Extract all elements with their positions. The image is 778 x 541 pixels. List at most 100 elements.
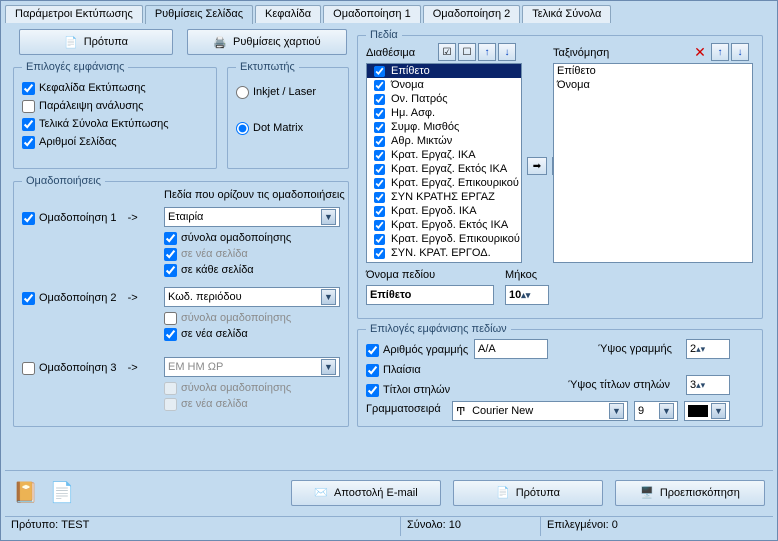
chevron-down-icon[interactable]: ▼ bbox=[321, 359, 336, 375]
field-checkbox[interactable] bbox=[374, 94, 385, 105]
radio-dotmatrix[interactable] bbox=[236, 122, 249, 135]
list-item[interactable]: Κρατ. Εργοδ. Εκτός ΙΚΑ bbox=[367, 218, 521, 232]
combo-grouping1[interactable]: Εταιρία▼ bbox=[164, 207, 340, 227]
move-up-icon[interactable]: ↑ bbox=[478, 43, 496, 61]
bottom-toolbar: 📔 📄 ✉️Αποστολή E-mail 📄Πρότυπα 🖥️Προεπισ… bbox=[5, 470, 773, 514]
list-item[interactable]: Συμφ. Μισθός bbox=[367, 120, 521, 134]
list-item[interactable]: ΣΥΝ. ΚΡΑΤ. ΕΡΓΟΔ. bbox=[367, 246, 521, 260]
fontsize-combo[interactable]: 9▼ bbox=[634, 401, 678, 421]
field-checkbox[interactable] bbox=[374, 122, 385, 133]
chk-print-totals[interactable] bbox=[22, 118, 35, 131]
field-checkbox[interactable] bbox=[374, 192, 385, 203]
chk-g1-eachpage[interactable] bbox=[164, 264, 177, 277]
display-options-group: Επιλογές εμφάνισης Κεφαλίδα Εκτύπωσης Πα… bbox=[13, 61, 217, 169]
chk-g1-subtotals[interactable] bbox=[164, 232, 177, 245]
status-selected: Επιλεγμένοι: 0 bbox=[541, 517, 773, 536]
font-sample-icon: Ͳ bbox=[456, 405, 465, 418]
list-item[interactable]: Ον. Πατρός bbox=[367, 92, 521, 106]
chk-g2-newpage[interactable] bbox=[164, 328, 177, 341]
tab-group2[interactable]: Ομαδοποίηση 2 bbox=[423, 5, 521, 23]
field-checkbox[interactable] bbox=[374, 80, 385, 91]
sort-up-icon[interactable]: ↑ bbox=[711, 43, 729, 61]
list-item[interactable]: Επίθετο bbox=[554, 64, 752, 78]
fieldlen-input[interactable]: 10▴▾ bbox=[505, 285, 549, 305]
radio-inkjet[interactable] bbox=[236, 86, 249, 99]
sort-fields-list[interactable]: ΕπίθετοΌνομα bbox=[553, 63, 753, 263]
chk-frames[interactable] bbox=[366, 364, 379, 377]
list-item[interactable]: Κρατ. Εργαζ. ΙΚΑ bbox=[367, 148, 521, 162]
list-item[interactable]: Κρατ. Εργαζ. Επικουρικού bbox=[367, 176, 521, 190]
remove-sort-icon[interactable]: ✕ bbox=[691, 43, 709, 61]
chk-grouping1[interactable] bbox=[22, 212, 35, 225]
list-item[interactable]: Όνομα bbox=[367, 78, 521, 92]
chk-print-header[interactable] bbox=[22, 82, 35, 95]
preview-button[interactable]: 🖥️Προεπισκόπηση bbox=[615, 480, 765, 506]
list-item[interactable]: Κρατ. Εργαζ. Εκτός ΙΚΑ bbox=[367, 162, 521, 176]
tab-print-params[interactable]: Παράμετροι Εκτύπωσης bbox=[5, 5, 143, 23]
notes-icon[interactable]: 📔 bbox=[13, 480, 38, 505]
field-checkbox[interactable] bbox=[374, 220, 385, 231]
paper-settings-button[interactable]: 🖨️ Ρυθμίσεις χαρτιού bbox=[187, 29, 347, 55]
fieldname-input[interactable]: Επίθετο bbox=[366, 285, 494, 305]
select-all-icon[interactable]: ☑ bbox=[438, 43, 456, 61]
list-item[interactable]: Επίθετο bbox=[367, 64, 521, 78]
display-options-label: Επιλογές εμφάνισης bbox=[22, 61, 128, 73]
template-icon: 📄 bbox=[64, 36, 78, 49]
chevron-down-icon[interactable]: ▼ bbox=[321, 209, 336, 225]
printer-icon: 🖨️ bbox=[213, 36, 227, 49]
field-checkbox[interactable] bbox=[374, 206, 385, 217]
available-fields-list[interactable]: ΕπίθετοΌνομαΟν. ΠατρόςΗμ. Ασφ.Συμφ. Μισθ… bbox=[366, 63, 522, 263]
list-item[interactable]: Κρατ. Εργοδ. Επικουρικού bbox=[367, 232, 521, 246]
chk-g2-subtotals[interactable] bbox=[164, 312, 177, 325]
field-checkbox[interactable] bbox=[374, 178, 385, 189]
chk-page-numbers[interactable] bbox=[22, 136, 35, 149]
add-sort-icon[interactable]: ➡ bbox=[527, 157, 547, 175]
chevron-down-icon[interactable]: ▼ bbox=[711, 403, 726, 419]
spinner-icon[interactable]: ▴▾ bbox=[521, 289, 533, 301]
list-item[interactable]: Όνομα bbox=[554, 78, 752, 92]
chk-coltitles[interactable] bbox=[366, 384, 379, 397]
send-email-button[interactable]: ✉️Αποστολή E-mail bbox=[291, 480, 441, 506]
list-item[interactable]: Κρατ. Εργοδ. ΙΚΑ bbox=[367, 204, 521, 218]
list-item[interactable]: Ημ. Ασφ. bbox=[367, 106, 521, 120]
rownum-input[interactable]: Α/Α bbox=[474, 339, 548, 359]
fontcolor-combo[interactable]: ▼ bbox=[684, 401, 730, 421]
field-checkbox[interactable] bbox=[374, 150, 385, 161]
color-swatch bbox=[688, 405, 708, 417]
list-item[interactable]: ΣΥΝ ΚΡΑΤΗΣ ΕΡΓΑΖ bbox=[367, 190, 521, 204]
field-checkbox[interactable] bbox=[374, 66, 385, 77]
field-checkbox[interactable] bbox=[374, 136, 385, 147]
move-down-icon[interactable]: ↓ bbox=[498, 43, 516, 61]
templates-button[interactable]: 📄 Πρότυπα bbox=[19, 29, 173, 55]
rowheight-input[interactable]: 2▴▾ bbox=[686, 339, 730, 359]
chk-skip-analysis[interactable] bbox=[22, 100, 35, 113]
field-checkbox[interactable] bbox=[374, 164, 385, 175]
status-total: Σύνολο: 10 bbox=[401, 517, 541, 536]
titleheight-input[interactable]: 3▴▾ bbox=[686, 375, 730, 395]
field-checkbox[interactable] bbox=[374, 248, 385, 259]
chevron-down-icon[interactable]: ▼ bbox=[609, 403, 624, 419]
spinner-icon[interactable]: ▴▾ bbox=[696, 343, 708, 355]
field-checkbox[interactable] bbox=[374, 108, 385, 119]
chk-rownum[interactable] bbox=[366, 344, 379, 357]
chk-g1-newpage[interactable] bbox=[164, 248, 177, 261]
tab-strip: Παράμετροι Εκτύπωσης Ρυθμίσεις Σελίδας Κ… bbox=[5, 3, 613, 23]
spinner-icon[interactable]: ▴▾ bbox=[696, 379, 708, 391]
chk-grouping3[interactable] bbox=[22, 362, 35, 375]
page-icon[interactable]: 📄 bbox=[50, 480, 75, 505]
sort-down-icon[interactable]: ↓ bbox=[731, 43, 749, 61]
chk-grouping2[interactable] bbox=[22, 292, 35, 305]
list-item[interactable]: Αθρ. Μικτών bbox=[367, 134, 521, 148]
field-checkbox[interactable] bbox=[374, 234, 385, 245]
tab-totals[interactable]: Τελικά Σύνολα bbox=[522, 5, 611, 23]
tab-header[interactable]: Κεφαλίδα bbox=[255, 5, 321, 23]
tab-group1[interactable]: Ομαδοποίηση 1 bbox=[323, 5, 421, 23]
font-combo[interactable]: Ͳ Courier New▼ bbox=[452, 401, 628, 421]
deselect-all-icon[interactable]: ☐ bbox=[458, 43, 476, 61]
combo-grouping3[interactable]: ΕΜ ΗΜ ΩΡ▼ bbox=[164, 357, 340, 377]
chevron-down-icon[interactable]: ▼ bbox=[321, 289, 336, 305]
bottom-templates-button[interactable]: 📄Πρότυπα bbox=[453, 480, 603, 506]
tab-page-settings[interactable]: Ρυθμίσεις Σελίδας bbox=[145, 5, 253, 24]
combo-grouping2[interactable]: Κωδ. περιόδου▼ bbox=[164, 287, 340, 307]
chevron-down-icon[interactable]: ▼ bbox=[659, 403, 674, 419]
